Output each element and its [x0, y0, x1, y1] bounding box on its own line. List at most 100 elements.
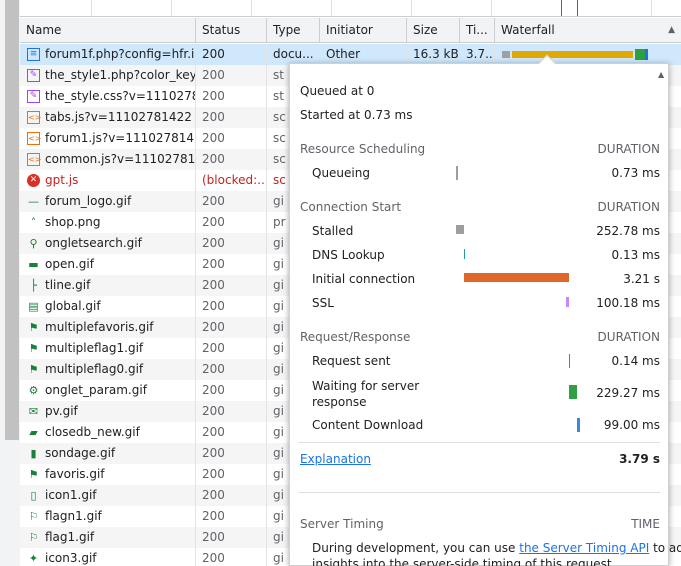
- content-download-value: 99.00 ms: [603, 418, 660, 432]
- request-name-text: flag1.gif: [45, 530, 95, 544]
- timing-popover: ▲ Queued at 0 Started at 0.73 ms Resourc…: [289, 54, 681, 566]
- column-header-waterfall[interactable]: Waterfall ▲: [495, 18, 681, 43]
- request-sent-bar: [569, 354, 570, 368]
- request-row[interactable]: ≡ forum1f.php?config=hfr.i... 200 docu... Ot…: [20, 44, 681, 65]
- overview-gridline: [171, 0, 172, 16]
- script-icon: <>: [27, 153, 42, 166]
- load-event-marker: [577, 0, 578, 16]
- request-status: 200: [196, 212, 267, 233]
- column-header-name[interactable]: Name: [20, 18, 196, 43]
- sort-ascending-icon: ▲: [668, 25, 675, 35]
- request-name-text: forum1.js?v=11102781422: [45, 131, 196, 145]
- queueing-label: Queueing: [312, 166, 370, 180]
- column-header-type[interactable]: Type: [267, 18, 320, 43]
- ssl-value: 100.18 ms: [596, 296, 660, 310]
- waterfall-download-bar: [645, 49, 648, 60]
- request-name: ▬ open.gif: [20, 254, 196, 275]
- request-status: 200: [196, 548, 267, 566]
- network-table-header: Name Status Type Initiator Size Ti... Wa…: [20, 18, 681, 43]
- request-name-text: forum1f.php?config=hfr.i...: [45, 47, 196, 61]
- page-icon: ▤: [28, 300, 39, 313]
- server-timing-text: During development, you can use: [312, 541, 520, 555]
- request-name: ▮ sondage.gif: [20, 443, 196, 464]
- overview-gridline: [651, 0, 652, 16]
- request-name-text: pv.gif: [45, 404, 78, 418]
- column-header-status[interactable]: Status: [196, 18, 267, 43]
- request-name: ⚑ favoris.gif: [20, 464, 196, 485]
- server-timing-description-line2: insights into the server-side timing of …: [312, 557, 616, 566]
- request-name-text: tline.gif: [45, 278, 91, 292]
- request-name: ≡ forum1f.php?config=hfr.i...: [20, 44, 196, 65]
- queued-at-text: Queued at 0: [300, 84, 375, 98]
- explanation-link[interactable]: Explanation: [300, 452, 371, 466]
- request-status: 200: [196, 506, 267, 527]
- request-initiator[interactable]: Other: [320, 44, 407, 65]
- request-time: 3.7...: [460, 44, 495, 65]
- request-name: ⚑ multipleflag0.gif: [20, 359, 196, 380]
- overview-timeline[interactable]: [20, 0, 681, 17]
- waiting-bar: [569, 385, 577, 399]
- request-name: ✦ icon3.gif: [20, 548, 196, 566]
- request-status: 200: [196, 527, 267, 548]
- popover-scroll-up-icon[interactable]: ▲: [653, 64, 669, 84]
- request-name-text: flagn1.gif: [45, 509, 102, 523]
- request-status: 200: [196, 401, 267, 422]
- dns-lookup-bar: [464, 249, 465, 259]
- stalled-bar: [456, 225, 464, 234]
- left-scrollbar[interactable]: [5, 0, 19, 440]
- request-name-text: icon1.gif: [45, 488, 97, 502]
- request-name-text: forum_logo.gif: [45, 194, 132, 208]
- request-name-text: the_style.css?v=11102781...: [45, 89, 195, 103]
- column-header-size[interactable]: Size: [407, 18, 460, 43]
- initial-connection-bar: [464, 273, 569, 282]
- request-name-text: open.gif: [45, 257, 94, 271]
- dns-lookup-value: 0.13 ms: [611, 248, 660, 262]
- server-timing-api-link[interactable]: the Server Timing API: [519, 541, 649, 555]
- request-name: ⚑ multipleflag1.gif: [20, 338, 196, 359]
- waterfall-connection-bar: [512, 51, 633, 58]
- magnifier-icon: ⚲: [29, 237, 38, 250]
- server-timing-description: During development, you can use the Serv…: [312, 541, 681, 555]
- request-name: ⚐ flag1.gif: [20, 527, 196, 548]
- request-name-text: sondage.gif: [45, 446, 116, 460]
- resource-scheduling-title: Resource Scheduling: [300, 142, 426, 156]
- waiting-label: Waiting for server response: [312, 379, 420, 409]
- overview-gridline: [91, 0, 92, 16]
- duration-header: DURATION: [597, 330, 660, 344]
- request-status: 200: [196, 380, 267, 401]
- overview-gridline: [331, 0, 332, 16]
- dns-lookup-label: DNS Lookup: [312, 248, 385, 262]
- request-status: 200: [196, 422, 267, 443]
- waiting-value: 229.27 ms: [596, 386, 660, 400]
- request-sent-value: 0.14 ms: [611, 354, 660, 368]
- request-status: 200: [196, 65, 267, 86]
- request-status: 200: [196, 191, 267, 212]
- flag-icon: ⚐: [28, 510, 39, 523]
- request-name: ˄ shop.png: [20, 212, 196, 233]
- divider: [298, 442, 660, 443]
- request-status: 200: [196, 317, 267, 338]
- request-name-text: multiplefavoris.gif: [45, 320, 154, 334]
- request-name-text: onglet_param.gif: [45, 383, 147, 397]
- column-header-time[interactable]: Ti...: [460, 18, 495, 43]
- request-status: 200: [196, 443, 267, 464]
- ssl-label: SSL: [312, 296, 334, 310]
- total-duration: 3.79 s: [619, 452, 660, 466]
- connection-start-title: Connection Start: [300, 200, 402, 214]
- script-icon: <>: [27, 111, 42, 124]
- started-at-text: Started at 0.73 ms: [300, 108, 413, 122]
- request-status: 200: [196, 107, 267, 128]
- waterfall-waiting-bar: [635, 49, 645, 60]
- request-name-text: shop.png: [45, 215, 101, 229]
- request-name: ├ tline.gif: [20, 275, 196, 296]
- queueing-bar: [456, 166, 458, 180]
- request-name-text: icon3.gif: [45, 551, 97, 565]
- bulb-icon: ✦: [28, 552, 39, 565]
- request-status: 200: [196, 44, 267, 65]
- column-header-initiator[interactable]: Initiator: [320, 18, 407, 43]
- flag-icon: ⚐: [28, 531, 39, 544]
- request-name: — forum_logo.gif: [20, 191, 196, 212]
- document-icon: ≡: [27, 48, 40, 61]
- flag-icon: ⚑: [28, 321, 39, 334]
- request-name-text: global.gif: [45, 299, 101, 313]
